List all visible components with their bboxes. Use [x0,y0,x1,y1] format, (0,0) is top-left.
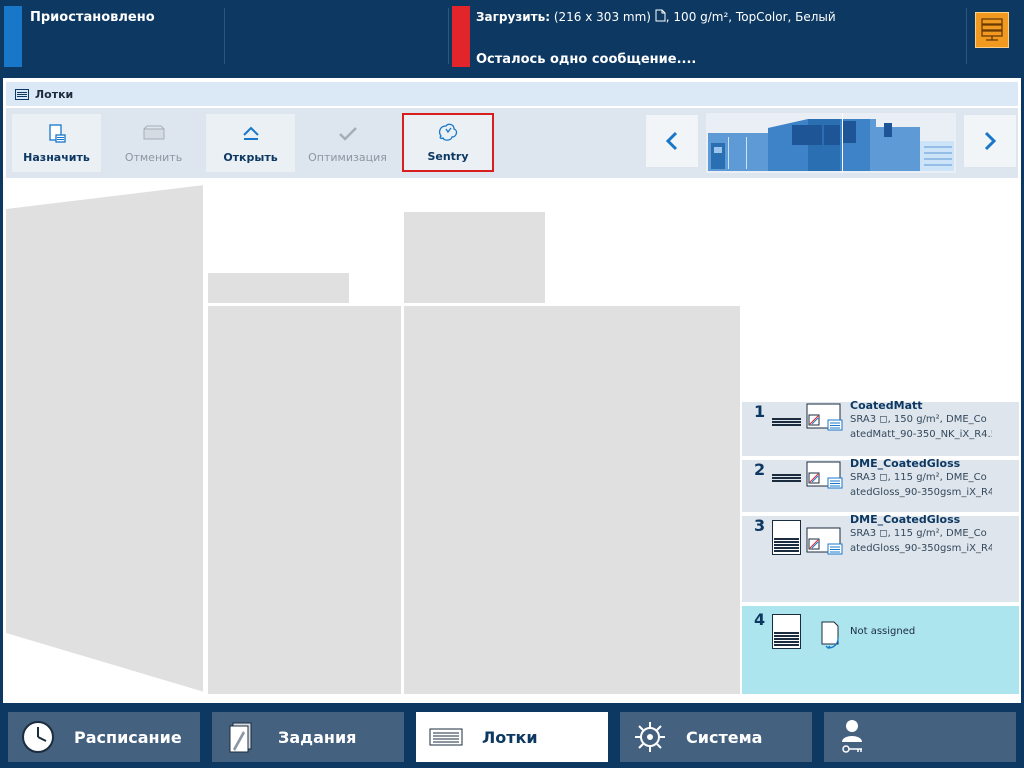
printer-layout-canvas: 1 CoatedMatt SRA3 ◻, 150 g/m², DME_Co at… [6,180,1019,698]
assign-button[interactable]: Назначить [12,114,101,172]
tray-list-icon [15,88,29,100]
media-details: SRA3 ◻, 115 g/m², DME_Co [850,528,987,539]
scroll-left-button[interactable] [646,115,698,167]
load-paper-icon [821,621,839,649]
open-button[interactable]: Открыть [206,114,295,172]
load-instruction[interactable]: Загрузить: (216 x 303 mm) , 100 g/m², To… [476,9,836,24]
cancel-icon [143,125,164,140]
chevron-right-icon [984,131,997,151]
tab-user[interactable] [824,712,1016,762]
optimize-button[interactable]: Оптимизация [303,114,392,172]
media-name: DME_CoatedGloss [850,457,961,470]
toolbar: Назначить Отменить Открыть Оптимизация S… [6,108,1018,178]
paper-stack-icon [772,418,801,426]
media-details: SRA3 ◻, 150 g/m², DME_Co [850,414,987,425]
server-button[interactable] [975,12,1009,48]
gear-icon [635,722,665,752]
media-name: DME_CoatedGloss [850,513,961,526]
tray-number: 2 [754,460,766,479]
top-status-bar: Приостановлено Загрузить: (216 x 303 mm)… [0,0,1024,76]
user-key-icon [842,720,862,753]
media-details: SRA3 ◻, 115 g/m², DME_Co [850,472,987,483]
server-icon [981,18,1003,41]
open-label: Открыть [223,151,278,164]
tray-number: 4 [754,610,766,629]
status-indicator [4,6,22,67]
load-label: Загрузить: [476,10,551,24]
cancel-button[interactable]: Отменить [109,114,198,172]
paper-stack-icon [772,474,801,482]
eject-icon [242,126,259,140]
media-icon [806,527,843,555]
paper-stack-icon [772,520,801,555]
sentry-icon [439,123,458,141]
checkmark-icon [338,127,357,141]
module-left-shape [6,183,205,694]
printer-overview-icon [708,113,954,173]
media-details-cont: atedMatt_90-350_NK_iX_R4.5 [850,429,992,440]
printer-status-text[interactable]: Приостановлено [30,10,155,25]
cancel-label: Отменить [124,151,183,164]
optimize-label: Оптимизация [308,151,387,164]
divider [224,8,225,64]
scroll-right-button[interactable] [964,115,1016,167]
tray-1[interactable]: 1 CoatedMatt SRA3 ◻, 150 g/m², DME_Co at… [742,399,1019,456]
divider [966,8,967,64]
tab-trays[interactable]: Лотки [416,712,608,762]
tray-4[interactable]: 4 Not assigned [742,606,1019,694]
main-panel: Лотки Назначить Отменить Открыть Оптимиз… [3,78,1021,703]
printer-overview[interactable] [706,113,956,173]
load-size: (216 x 303 mm) [553,10,651,24]
module-top-left[interactable] [208,273,349,303]
panel-title-bar: Лотки [6,82,1018,106]
divider [448,8,449,64]
error-indicator [452,6,470,67]
sentry-button[interactable]: Sentry [402,113,494,172]
tab-system[interactable]: Система [620,712,812,762]
panel-title: Лотки [35,87,74,101]
tab-label: Система [686,727,763,747]
assign-icon [48,124,66,143]
message-text[interactable]: Осталось одно сообщение.... [476,52,696,67]
page-icon [655,9,666,22]
media-icon [806,403,843,431]
tray-3[interactable]: 3 DME_CoatedGloss SRA3 ◻, 115 g/m², DME_… [742,513,1019,602]
tab-schedule[interactable]: Расписание [8,712,200,762]
module-middle[interactable] [208,306,401,694]
sentry-label: Sentry [427,150,469,163]
clock-icon [22,721,54,753]
media-name: CoatedMatt [850,399,923,412]
tray-status: Not assigned [850,626,916,637]
media-icon [806,461,843,489]
document-icon [229,722,252,753]
tray-2[interactable]: 2 DME_CoatedGloss SRA3 ◻, 115 g/m², DME_… [742,457,1019,512]
module-top-right[interactable] [404,212,545,303]
media-details-cont: atedGloss_90-350gsm_iX_R4. [850,487,992,498]
tray-number: 1 [754,402,766,421]
assign-label: Назначить [23,151,90,164]
tray-number: 3 [754,516,766,535]
tab-label: Задания [278,727,357,747]
module-main[interactable] [404,306,740,694]
tray-icon [429,728,463,746]
tab-label: Лотки [482,727,538,747]
media-details-cont: atedGloss_90-350gsm_iX_R4. [850,543,992,554]
load-details: , 100 g/m², TopColor, Белый [665,10,836,24]
paper-stack-icon [772,614,801,649]
tab-label: Расписание [74,727,182,747]
chevron-left-icon [665,131,678,151]
tab-jobs[interactable]: Задания [212,712,404,762]
